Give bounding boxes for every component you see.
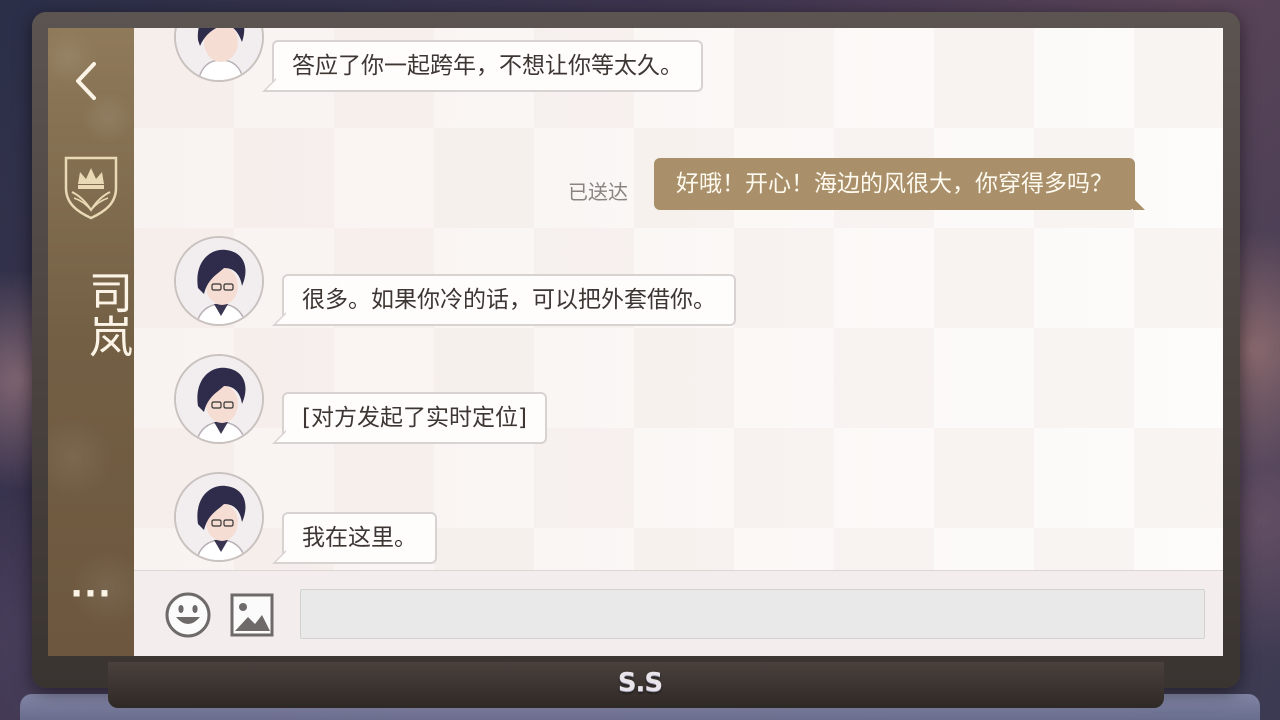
image-button[interactable] (230, 593, 274, 637)
avatar-portrait-icon (176, 474, 262, 560)
location-share-message[interactable]: [对方发起了实时定位] (272, 392, 547, 444)
avatar-portrait-icon (176, 356, 262, 442)
message-bubble-incoming: 我在这里。 (272, 512, 437, 564)
message-text: 答应了你一起跨年，不想让你等太久。 (292, 53, 683, 79)
contact-name: 司岚 (81, 270, 132, 358)
smiley-icon (165, 592, 211, 638)
back-button[interactable] (70, 58, 106, 104)
crown-crest-icon (60, 154, 122, 220)
image-icon (230, 593, 274, 637)
contact-avatar[interactable] (174, 236, 264, 326)
input-bar (134, 570, 1223, 656)
emoji-button[interactable] (164, 591, 212, 639)
message-input[interactable] (300, 589, 1205, 639)
message-text: [对方发起了实时定位] (302, 405, 527, 431)
contact-avatar[interactable] (174, 354, 264, 444)
chat-log[interactable]: 答应了你一起跨年，不想让你等太久。 已送达 好哦！开心！海边的风很大，你穿得多吗… (134, 28, 1223, 570)
message-bubble-outgoing: 好哦！开心！海边的风很大，你穿得多吗？ (654, 158, 1145, 210)
message-bubble-incoming: 很多。如果你冷的话，可以把外套借你。 (272, 274, 736, 326)
contact-avatar[interactable] (174, 472, 264, 562)
brand-logo: S.S (617, 668, 663, 698)
message-bubble-incoming: 答应了你一起跨年，不想让你等太久。 (262, 40, 703, 92)
message-text: 很多。如果你冷的话，可以把外套借你。 (302, 287, 716, 313)
message-text: 我在这里。 (302, 525, 417, 551)
sidebar: 司岚 ··· (48, 28, 134, 656)
delivery-status: 已送达 (568, 180, 628, 204)
message-text: 好哦！开心！海边的风很大，你穿得多吗？ (676, 171, 1113, 197)
avatar-portrait-icon (176, 238, 262, 324)
more-button[interactable]: ··· (66, 577, 116, 614)
chevron-left-icon (76, 62, 96, 100)
